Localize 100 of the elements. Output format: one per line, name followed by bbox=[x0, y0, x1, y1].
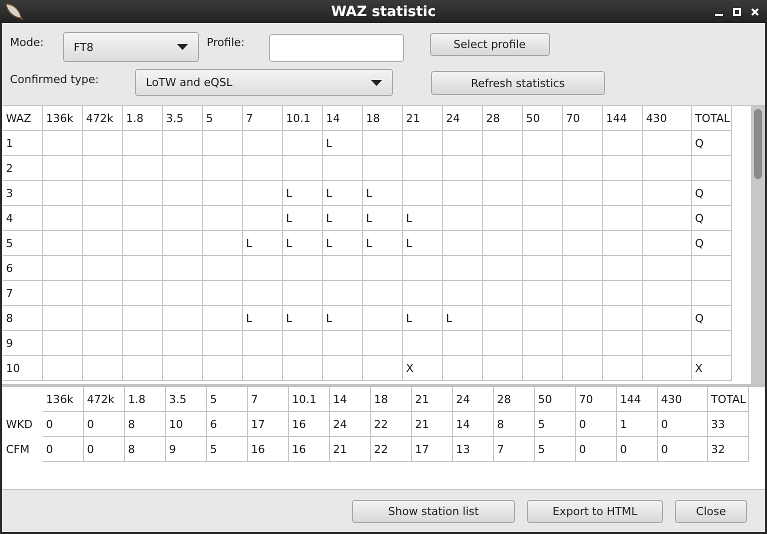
zone-cell: 7 bbox=[3, 281, 43, 306]
column-header: 136k bbox=[43, 387, 84, 412]
column-header: 3.5 bbox=[163, 106, 203, 131]
table-cell: 0 bbox=[576, 437, 617, 462]
caret-icon bbox=[176, 44, 188, 50]
table-cell: 8 bbox=[494, 412, 535, 437]
table-cell: L bbox=[323, 306, 363, 331]
maximize-icon[interactable] bbox=[733, 8, 741, 16]
confirmed-type-dropdown[interactable]: LoTW and eQSL bbox=[134, 69, 393, 96]
column-header: 28 bbox=[483, 106, 523, 131]
column-header: 472k bbox=[83, 106, 123, 131]
table-cell: L bbox=[323, 181, 363, 206]
zone-cell: 9 bbox=[3, 331, 43, 356]
table-cell: 0 bbox=[84, 437, 125, 462]
column-header: 1.8 bbox=[125, 387, 166, 412]
table-cell: L bbox=[243, 306, 283, 331]
table-cell: 0 bbox=[43, 412, 84, 437]
table-cell: 6 bbox=[207, 412, 248, 437]
table-cell: 8 bbox=[125, 437, 166, 462]
column-header: TOTAL bbox=[708, 387, 749, 412]
table-cell: 16 bbox=[289, 437, 330, 462]
table-cell: Q bbox=[692, 206, 732, 231]
column-header: 24 bbox=[443, 106, 483, 131]
column-header: 136k bbox=[43, 106, 83, 131]
column-header: 21 bbox=[403, 106, 443, 131]
table-cell: Q bbox=[692, 181, 732, 206]
column-header: 144 bbox=[603, 106, 643, 131]
table-cell: L bbox=[323, 131, 363, 156]
dialog-button[interactable]: Show station list bbox=[352, 500, 515, 522]
column-header: WAZ bbox=[3, 106, 43, 131]
dialog-button[interactable]: Export to HTML bbox=[527, 500, 663, 522]
window-title: WAZ statistic bbox=[331, 4, 436, 20]
table-cell: 22 bbox=[371, 437, 412, 462]
table-cell: X bbox=[403, 356, 443, 381]
column-header: 14 bbox=[330, 387, 371, 412]
zone-cell: 2 bbox=[3, 156, 43, 181]
table-cell: 32 bbox=[708, 437, 749, 462]
table-cell: L bbox=[283, 206, 323, 231]
table-cell: 14 bbox=[453, 412, 494, 437]
column-header: 430 bbox=[643, 106, 692, 131]
column-header: 50 bbox=[523, 106, 563, 131]
zone-cell: 4 bbox=[3, 206, 43, 231]
mode-dropdown[interactable]: FT8 bbox=[62, 32, 199, 62]
column-header: 24 bbox=[453, 387, 494, 412]
table-cell: 0 bbox=[658, 437, 708, 462]
table-cell: 8 bbox=[125, 412, 166, 437]
scrollbar[interactable] bbox=[751, 106, 765, 384]
feather-icon bbox=[3, 2, 25, 22]
table-cell: 7 bbox=[494, 437, 535, 462]
column-header: 10.1 bbox=[289, 387, 330, 412]
table-cell: Q bbox=[692, 131, 732, 156]
table-cell: Q bbox=[692, 306, 732, 331]
column-header: 144 bbox=[617, 387, 658, 412]
table-cell: 0 bbox=[84, 412, 125, 437]
table-cell: L bbox=[323, 206, 363, 231]
table-cell: L bbox=[283, 231, 323, 256]
refresh-statistics-button[interactable]: Refresh statistics bbox=[430, 71, 605, 95]
column-header: TOTAL bbox=[692, 106, 732, 131]
table-cell: 10 bbox=[166, 412, 207, 437]
table-cell: 17 bbox=[248, 412, 289, 437]
table-cell: 21 bbox=[412, 412, 453, 437]
dialog-button[interactable]: Close bbox=[675, 500, 747, 522]
column-header: 21 bbox=[412, 387, 453, 412]
caret-icon bbox=[370, 80, 382, 86]
table-cell: 13 bbox=[453, 437, 494, 462]
table-cell: L bbox=[283, 306, 323, 331]
zone-cell: 5 bbox=[3, 231, 43, 256]
table-cell: L bbox=[363, 181, 403, 206]
table-cell: L bbox=[243, 231, 283, 256]
table-cell: 5 bbox=[207, 437, 248, 462]
table-cell: 21 bbox=[330, 437, 371, 462]
column-header: 3.5 bbox=[166, 387, 207, 412]
close-icon[interactable] bbox=[751, 8, 759, 16]
table-cell: 17 bbox=[412, 437, 453, 462]
table-cell: 24 bbox=[330, 412, 371, 437]
column-header: 7 bbox=[248, 387, 289, 412]
column-header: 472k bbox=[84, 387, 125, 412]
zone-cell: 1 bbox=[3, 131, 43, 156]
column-header: 430 bbox=[658, 387, 708, 412]
profile-label: Profile: bbox=[206, 36, 245, 49]
table-cell: X bbox=[692, 356, 732, 381]
confirmed-type-label: Confirmed type: bbox=[10, 73, 99, 86]
table-cell: L bbox=[403, 231, 443, 256]
table-cell: 0 bbox=[617, 437, 658, 462]
table-cell: L bbox=[283, 181, 323, 206]
table-cell: L bbox=[403, 206, 443, 231]
table-cell: L bbox=[363, 206, 403, 231]
column-header: 5 bbox=[203, 106, 243, 131]
table-cell: L bbox=[363, 231, 403, 256]
profile-field[interactable] bbox=[268, 34, 404, 62]
column-header: 1.8 bbox=[123, 106, 163, 131]
table-cell: 0 bbox=[576, 412, 617, 437]
column-header: 28 bbox=[494, 387, 535, 412]
column-header: 14 bbox=[323, 106, 363, 131]
select-profile-button[interactable]: Select profile bbox=[430, 33, 550, 56]
table-cell: 0 bbox=[43, 437, 84, 462]
table-cell: 5 bbox=[535, 412, 576, 437]
column-header: 7 bbox=[243, 106, 283, 131]
zone-cell: 8 bbox=[3, 306, 43, 331]
table-cell: 33 bbox=[708, 412, 749, 437]
